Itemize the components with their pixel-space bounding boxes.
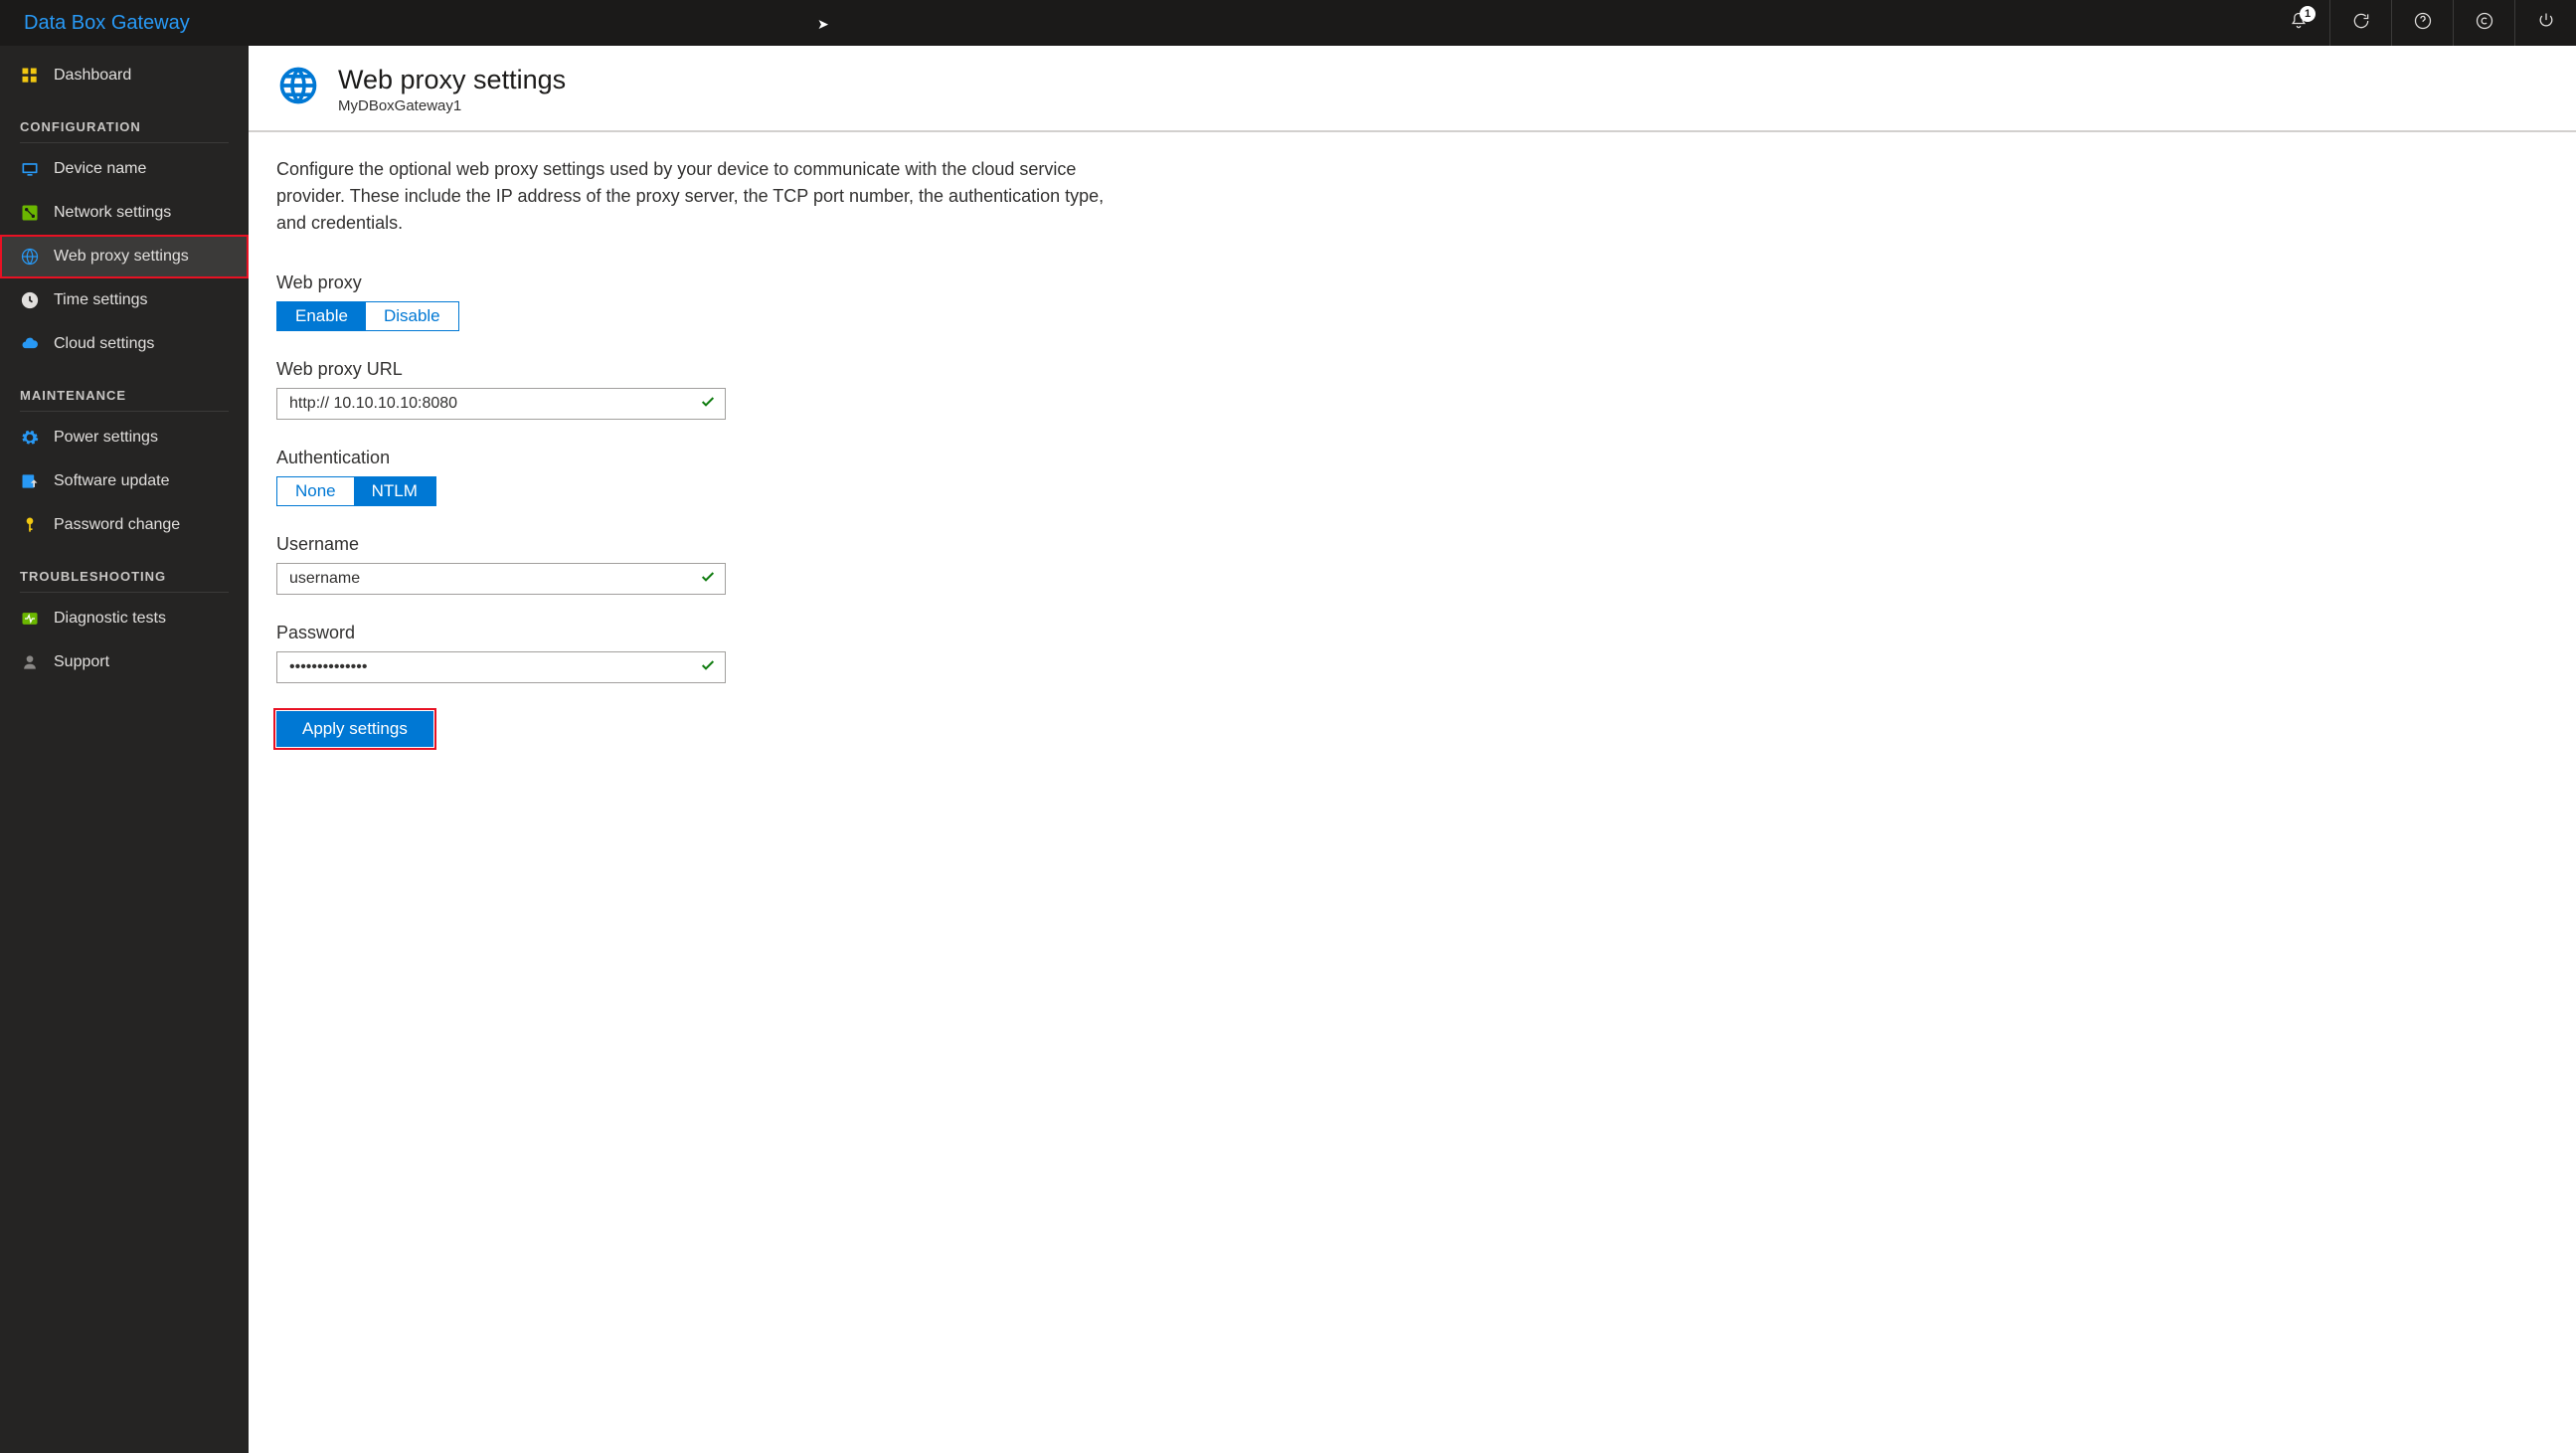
- field-label: Password: [276, 623, 1135, 643]
- toggle-ntlm[interactable]: NTLM: [354, 477, 435, 505]
- globe-icon: [276, 64, 320, 111]
- sidebar-item-label: Dashboard: [54, 67, 131, 85]
- sidebar-item-label: Cloud settings: [54, 335, 154, 353]
- sidebar-item-dashboard[interactable]: Dashboard: [0, 54, 249, 97]
- sidebar-item-time-settings[interactable]: Time settings: [0, 278, 249, 322]
- divider: [20, 411, 229, 412]
- key-icon: [20, 515, 40, 535]
- update-icon: [20, 471, 40, 491]
- sidebar-item-device-name[interactable]: Device name: [0, 147, 249, 191]
- divider: [20, 142, 229, 143]
- web-proxy-toggle: Enable Disable: [276, 301, 459, 331]
- diagnostic-icon: [20, 609, 40, 629]
- field-label: Web proxy URL: [276, 359, 1135, 380]
- sidebar-item-network-settings[interactable]: Network settings: [0, 191, 249, 235]
- sidebar-item-label: Web proxy settings: [54, 248, 189, 266]
- username-input[interactable]: [276, 563, 726, 595]
- refresh-button[interactable]: [2329, 0, 2391, 46]
- clock-icon: [20, 290, 40, 310]
- help-button[interactable]: [2391, 0, 2453, 46]
- dashboard-icon: [20, 66, 40, 86]
- top-bar: Data Box Gateway 1: [0, 0, 2576, 46]
- power-button[interactable]: [2514, 0, 2576, 46]
- field-authentication: Authentication None NTLM: [276, 448, 1135, 506]
- page-title: Web proxy settings: [338, 64, 566, 95]
- question-icon: [2413, 11, 2433, 35]
- sidebar-item-diagnostic-tests[interactable]: Diagnostic tests: [0, 597, 249, 640]
- sidebar-item-label: Software update: [54, 472, 170, 490]
- toggle-enable[interactable]: Enable: [277, 302, 366, 330]
- page-subtitle: MyDBoxGateway1: [338, 97, 566, 114]
- gear-icon: [20, 428, 40, 448]
- page-header: Web proxy settings MyDBoxGateway1: [249, 46, 2576, 132]
- apply-settings-button[interactable]: Apply settings: [276, 711, 433, 747]
- sidebar-item-label: Diagnostic tests: [54, 610, 166, 628]
- sidebar-item-label: Password change: [54, 516, 180, 534]
- section-header-troubleshooting: TROUBLESHOOTING: [0, 547, 249, 592]
- monitor-icon: [20, 159, 40, 179]
- sidebar-item-label: Device name: [54, 160, 146, 178]
- toggle-none[interactable]: None: [277, 477, 354, 505]
- authentication-toggle: None NTLM: [276, 476, 436, 506]
- field-label: Web proxy: [276, 272, 1135, 293]
- field-label: Authentication: [276, 448, 1135, 468]
- sidebar-item-password-change[interactable]: Password change: [0, 503, 249, 547]
- main-content: Web proxy settings MyDBoxGateway1 Config…: [249, 46, 2576, 1453]
- sidebar: Dashboard CONFIGURATION Device name Netw…: [0, 46, 249, 1453]
- notification-badge: 1: [2300, 6, 2316, 22]
- field-web-proxy: Web proxy Enable Disable: [276, 272, 1135, 331]
- globe-icon: [20, 247, 40, 267]
- support-icon: [20, 652, 40, 672]
- divider: [20, 592, 229, 593]
- app-title[interactable]: Data Box Gateway: [0, 12, 190, 35]
- toggle-disable[interactable]: Disable: [366, 302, 458, 330]
- page-description: Configure the optional web proxy setting…: [276, 156, 1135, 237]
- section-header-maintenance: MAINTENANCE: [0, 366, 249, 411]
- sidebar-item-power-settings[interactable]: Power settings: [0, 416, 249, 459]
- sidebar-item-web-proxy-settings[interactable]: Web proxy settings: [0, 235, 249, 278]
- section-header-configuration: CONFIGURATION: [0, 97, 249, 142]
- sidebar-item-label: Power settings: [54, 429, 158, 447]
- field-username: Username: [276, 534, 1135, 595]
- power-icon: [2536, 11, 2556, 35]
- cloud-icon: [20, 334, 40, 354]
- sidebar-item-label: Time settings: [54, 291, 148, 309]
- sidebar-item-software-update[interactable]: Software update: [0, 459, 249, 503]
- copyright-icon: [2475, 11, 2494, 35]
- field-url: Web proxy URL: [276, 359, 1135, 420]
- sidebar-item-support[interactable]: Support: [0, 640, 249, 684]
- sidebar-item-label: Network settings: [54, 204, 171, 222]
- url-input[interactable]: [276, 388, 726, 420]
- notifications-button[interactable]: 1: [2268, 0, 2329, 46]
- sidebar-item-label: Support: [54, 653, 109, 671]
- network-icon: [20, 203, 40, 223]
- copyright-button[interactable]: [2453, 0, 2514, 46]
- sidebar-item-cloud-settings[interactable]: Cloud settings: [0, 322, 249, 366]
- field-label: Username: [276, 534, 1135, 555]
- password-input[interactable]: [276, 651, 726, 683]
- field-password: Password: [276, 623, 1135, 683]
- refresh-icon: [2351, 11, 2371, 35]
